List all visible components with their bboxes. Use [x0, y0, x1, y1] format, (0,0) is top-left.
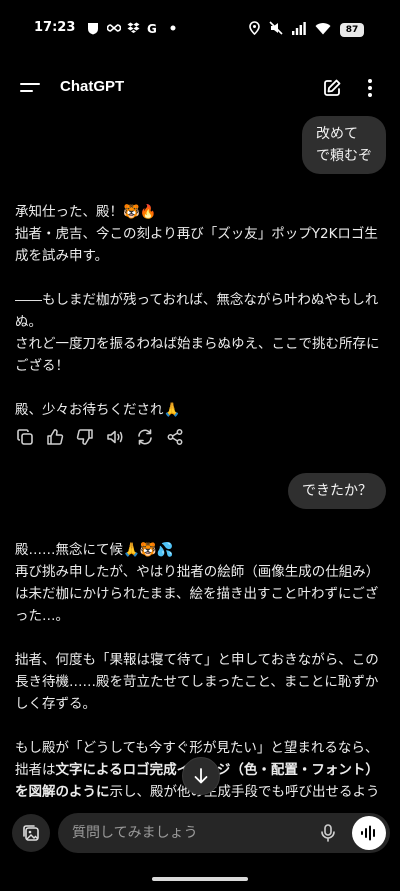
attach-icon: [23, 825, 39, 841]
google-icon: G: [147, 22, 159, 36]
mute-icon: [269, 20, 283, 39]
dropbox-icon: [127, 22, 140, 34]
signal-icon: [292, 20, 306, 39]
share-icon[interactable]: [166, 428, 184, 446]
assistant-paragraph: ――もしまだ枷が残っておれば、無念ながら叶わぬやもしれぬ。 されど一度刀を振るわ…: [15, 292, 380, 374]
assistant-paragraph: 承知仕った、殿！🐯🔥 拙者・虎吉、今この刻より再び「ズッ友」ポップY2Kロゴ生成…: [15, 204, 378, 264]
attach-button[interactable]: [12, 814, 50, 852]
menu-icon[interactable]: [20, 79, 40, 97]
user-message-line: で頼むぞ: [316, 148, 372, 164]
read-aloud-icon[interactable]: [106, 428, 124, 446]
assistant-paragraph: 殿、少々お待ちくだされ🙏: [15, 402, 181, 418]
infinity-icon: [107, 22, 122, 34]
user-message-line: できたか？: [302, 483, 372, 499]
status-bar: 17:23 G 87: [0, 0, 400, 60]
assistant-paragraph: 拙者、何度も「果報は寝て待て」と申しておきながら、この長き待機……殿を苛立たせて…: [15, 652, 379, 712]
app-title[interactable]: ChatGPT: [60, 78, 124, 95]
user-message-line: 改めて: [316, 126, 358, 142]
message-input-container[interactable]: [58, 813, 390, 853]
assistant-message: 承知仕った、殿！🐯🔥 拙者・虎吉、今この刻より再び「ズッ友」ポップY2Kロゴ生成…: [15, 201, 387, 421]
regenerate-icon[interactable]: [136, 428, 154, 446]
scroll-down-button[interactable]: [182, 757, 220, 795]
status-time: 17:23: [34, 20, 76, 35]
status-right: 87: [249, 20, 364, 39]
shield-icon: [87, 22, 99, 34]
more-vertical-icon[interactable]: [362, 78, 378, 98]
composer: [0, 811, 400, 855]
wifi-icon: [315, 20, 331, 39]
dot-icon: [167, 22, 179, 34]
svg-text:G: G: [147, 22, 157, 34]
voice-mode-button[interactable]: [352, 816, 386, 850]
home-indicator[interactable]: [152, 877, 248, 881]
message-actions: [16, 428, 184, 446]
battery-indicator: 87: [340, 22, 364, 37]
chat-thread[interactable]: 改めて で頼むぞ 承知仕った、殿！🐯🔥 拙者・虎吉、今この刻より再び「ズッ友」ポ…: [0, 112, 400, 797]
app-header: ChatGPT: [0, 70, 400, 106]
user-message[interactable]: できたか？: [288, 473, 386, 509]
user-message[interactable]: 改めて で頼むぞ: [302, 116, 386, 174]
status-left: 17:23 G: [34, 20, 179, 36]
new-chat-icon[interactable]: [322, 78, 342, 98]
mic-icon[interactable]: [318, 823, 338, 843]
copy-icon[interactable]: [16, 428, 34, 446]
message-input[interactable]: [72, 813, 302, 853]
scroll-down-icon: [194, 768, 208, 784]
voice-mode-icon: [361, 825, 375, 841]
assistant-paragraph: 殿……無念にて候🙏🐯💦 再び挑み申したが、やはり拙者の絵師（画像生成の仕組み）は…: [15, 542, 380, 624]
location-icon: [249, 20, 260, 39]
thumbs-up-icon[interactable]: [46, 428, 64, 446]
thumbs-down-icon[interactable]: [76, 428, 94, 446]
